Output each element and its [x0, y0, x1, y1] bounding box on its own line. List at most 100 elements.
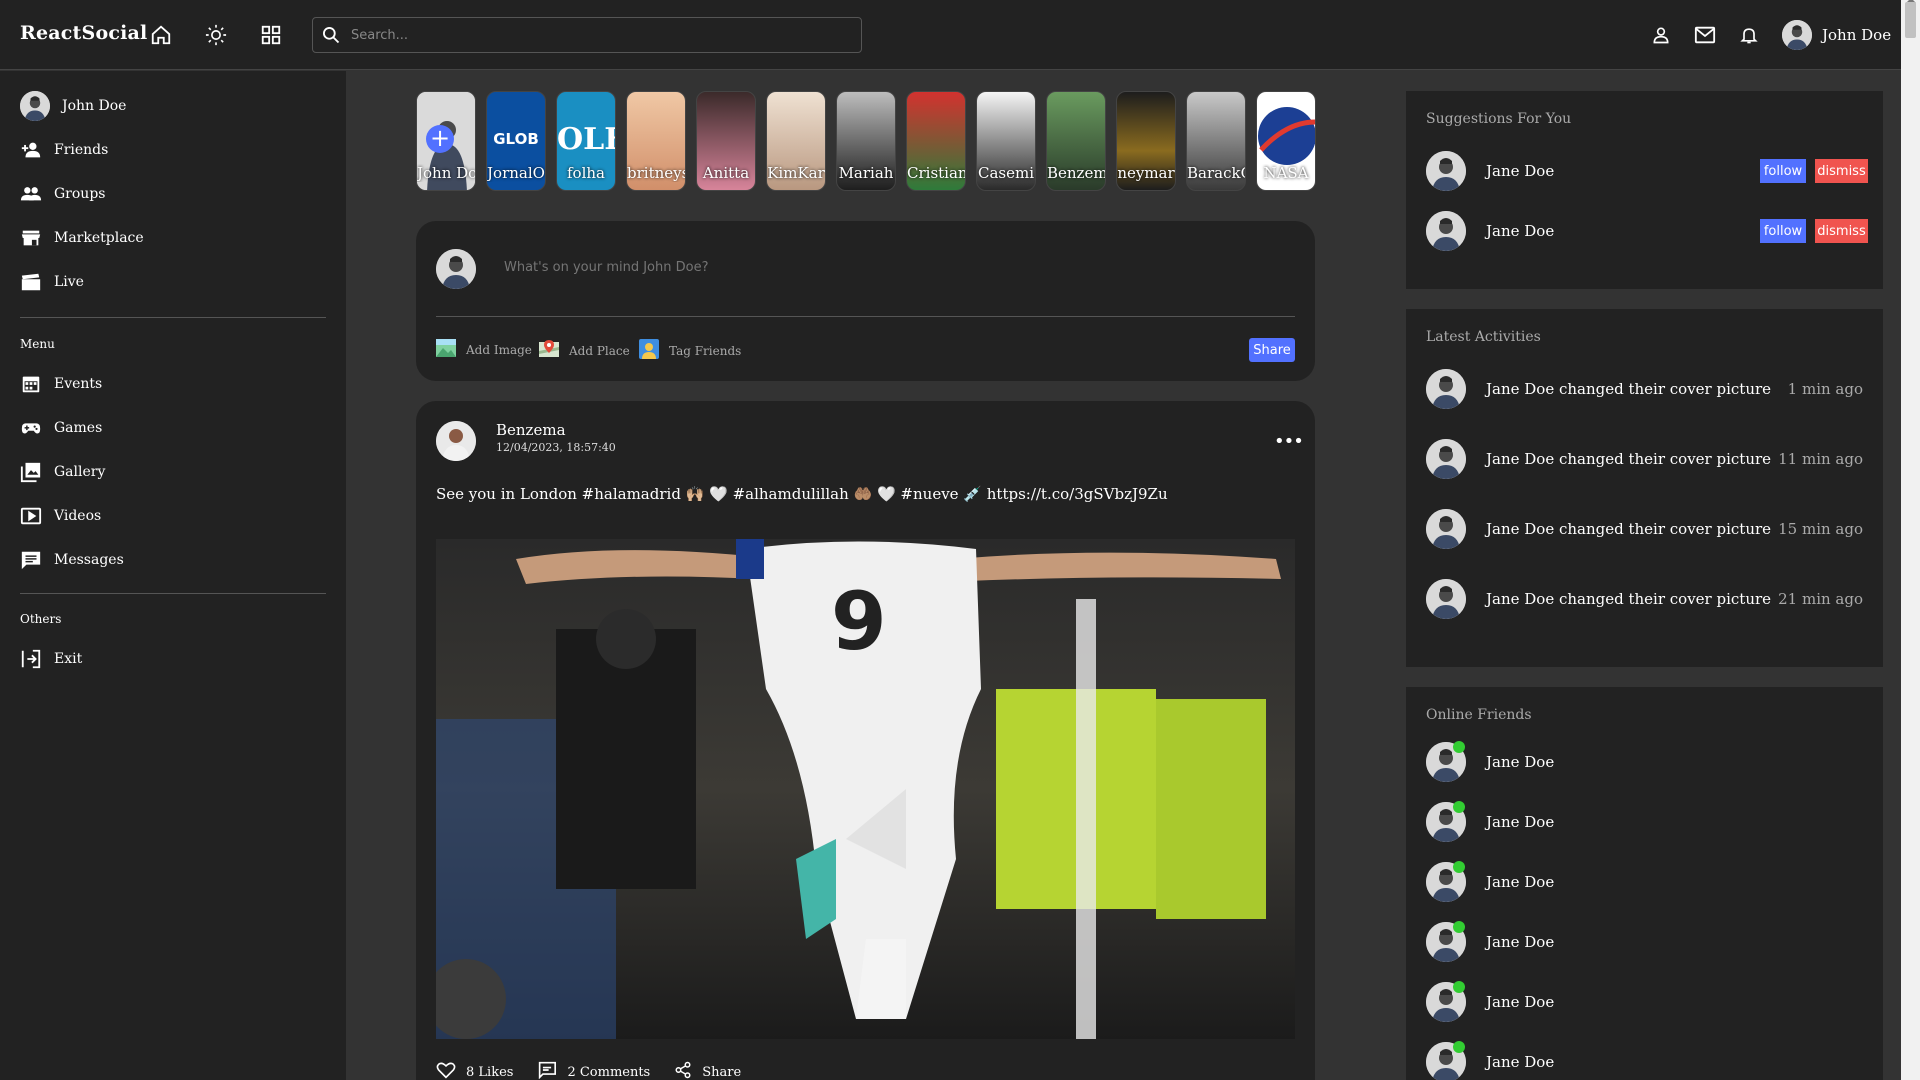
sidebar-item-messages[interactable]: Messages — [20, 549, 124, 571]
sidebar-item-friends[interactable]: Friends — [20, 139, 108, 161]
suggestion-name[interactable]: Jane Doe — [1486, 162, 1554, 180]
suggestion-avatar[interactable] — [1426, 211, 1466, 251]
story-item[interactable]: Anitta — [696, 91, 756, 191]
story-item[interactable]: britneys — [626, 91, 686, 191]
story-item[interactable]: BarackO — [1186, 91, 1246, 191]
apps-grid-icon[interactable] — [258, 22, 284, 48]
jersey-number: 9 — [831, 575, 887, 668]
sidebar-item-label: Messages — [54, 552, 124, 568]
follow-button[interactable]: follow — [1760, 219, 1806, 243]
sidebar-item-events[interactable]: Events — [20, 373, 102, 395]
sidebar-item-games[interactable]: Games — [20, 417, 102, 439]
post-author-avatar[interactable] — [436, 421, 476, 461]
more-options-icon[interactable]: ••• — [1274, 431, 1304, 452]
story-item[interactable]: OLH folha — [556, 91, 616, 191]
user-avatar — [1782, 20, 1812, 50]
person-icon[interactable] — [1648, 22, 1674, 48]
tag-friends-icon — [639, 339, 659, 362]
activity-avatar[interactable] — [1426, 369, 1466, 409]
share-composer: Add Image Add Place Tag Friends Share — [416, 221, 1315, 381]
add-image-option[interactable]: Add Image — [436, 339, 532, 360]
left-sidebar: John Doe Friends Groups Marketplace Live… — [0, 71, 346, 1080]
online-friend-item[interactable]: Jane Doe — [1426, 861, 1863, 902]
post-input[interactable] — [504, 260, 1204, 275]
story-item[interactable]: neymar — [1116, 91, 1176, 191]
online-friend-item[interactable]: Jane Doe — [1426, 921, 1863, 962]
sidebar-section-others: Others — [20, 612, 62, 626]
search-input[interactable] — [351, 27, 831, 43]
story-name: neymar — [1117, 164, 1175, 182]
online-status-dot — [1453, 1041, 1465, 1053]
online-friend-item[interactable]: Jane Doe — [1426, 1041, 1863, 1080]
page-scrollbar[interactable] — [1901, 0, 1920, 1080]
tag-friends-option[interactable]: Tag Friends — [639, 339, 741, 362]
activity-avatar[interactable] — [1426, 439, 1466, 479]
scrollbar-thumb[interactable] — [1905, 2, 1916, 38]
story-name: JornalO — [487, 164, 545, 182]
sidebar-item-exit[interactable]: Exit — [20, 648, 82, 670]
activity-text: Jane Doe changed their cover picture — [1486, 450, 1772, 468]
add-place-option[interactable]: Add Place — [539, 339, 630, 362]
post-image[interactable]: 9 — [436, 539, 1295, 1039]
suggestion-name[interactable]: Jane Doe — [1486, 222, 1554, 240]
panel-title: Online Friends — [1426, 707, 1532, 723]
share-button[interactable]: Share — [1249, 338, 1295, 362]
story-item[interactable]: GLOB JornalO — [486, 91, 546, 191]
story-item[interactable]: Cristian — [906, 91, 966, 191]
activity-item: Jane Doe changed their cover picture 21 … — [1426, 579, 1863, 619]
video-icon — [20, 505, 42, 527]
comment-icon — [537, 1061, 557, 1080]
dismiss-button[interactable]: dismiss — [1815, 159, 1868, 183]
groups-icon — [20, 183, 42, 205]
mail-icon[interactable] — [1692, 22, 1718, 48]
sidebar-section-menu: Menu — [20, 337, 55, 351]
sidebar-item-marketplace[interactable]: Marketplace — [20, 227, 144, 249]
post-actions: 8 Likes 2 Comments Share — [436, 1061, 741, 1080]
notifications-bell-icon[interactable] — [1736, 22, 1762, 48]
app-logo[interactable]: ReactSocial — [20, 22, 147, 44]
nav-user-menu[interactable]: John Doe — [1782, 20, 1891, 50]
like-button[interactable]: 8 Likes — [436, 1061, 513, 1080]
story-item[interactable]: Benzem — [1046, 91, 1106, 191]
activity-item: Jane Doe changed their cover picture 11 … — [1426, 439, 1863, 479]
friend-avatar — [1426, 921, 1466, 962]
online-friend-item[interactable]: Jane Doe — [1426, 801, 1863, 842]
online-friend-item[interactable]: Jane Doe — [1426, 741, 1863, 782]
sidebar-item-label: Marketplace — [54, 230, 144, 246]
comments-button[interactable]: 2 Comments — [537, 1061, 650, 1080]
dismiss-button[interactable]: dismiss — [1815, 219, 1868, 243]
story-item[interactable]: KimKar — [766, 91, 826, 191]
post-author-name[interactable]: Benzema — [496, 421, 566, 439]
calendar-icon — [20, 373, 42, 395]
activity-avatar[interactable] — [1426, 509, 1466, 549]
home-icon[interactable] — [148, 22, 174, 48]
activity-text: Jane Doe changed their cover picture — [1486, 590, 1772, 608]
activity-avatar[interactable] — [1426, 579, 1466, 619]
add-story-icon[interactable]: + — [426, 125, 454, 153]
story-name: BarackO — [1187, 164, 1245, 182]
sidebar-item-label: Events — [54, 376, 103, 392]
follow-button[interactable]: follow — [1760, 159, 1806, 183]
online-friend-item[interactable]: Jane Doe — [1426, 981, 1863, 1022]
suggestion-avatar[interactable] — [1426, 151, 1466, 191]
online-status-dot — [1453, 981, 1465, 993]
sidebar-item-videos[interactable]: Videos — [20, 505, 101, 527]
story-item[interactable]: NASA — [1256, 91, 1316, 191]
story-name: John Doe — [417, 164, 475, 182]
activities-panel: Latest Activities Jane Doe changed their… — [1406, 309, 1883, 667]
theme-toggle-icon[interactable] — [203, 22, 229, 48]
activity-text: Jane Doe changed their cover picture — [1486, 380, 1772, 398]
share-post-button[interactable]: Share — [674, 1061, 741, 1080]
sidebar-profile[interactable]: John Doe — [20, 91, 126, 121]
sidebar-divider — [20, 317, 326, 318]
story-name: britneys — [627, 164, 685, 182]
sidebar-item-groups[interactable]: Groups — [20, 183, 105, 205]
sidebar-item-gallery[interactable]: Gallery — [20, 461, 105, 483]
story-add[interactable]: + John Doe — [416, 91, 476, 191]
story-item[interactable]: Mariah — [836, 91, 896, 191]
message-icon — [20, 549, 42, 571]
story-item[interactable]: Casemi — [976, 91, 1036, 191]
sidebar-item-live[interactable]: Live — [20, 271, 84, 293]
activity-item: Jane Doe changed their cover picture 1 m… — [1426, 369, 1863, 409]
story-name: Cristian — [907, 164, 965, 182]
